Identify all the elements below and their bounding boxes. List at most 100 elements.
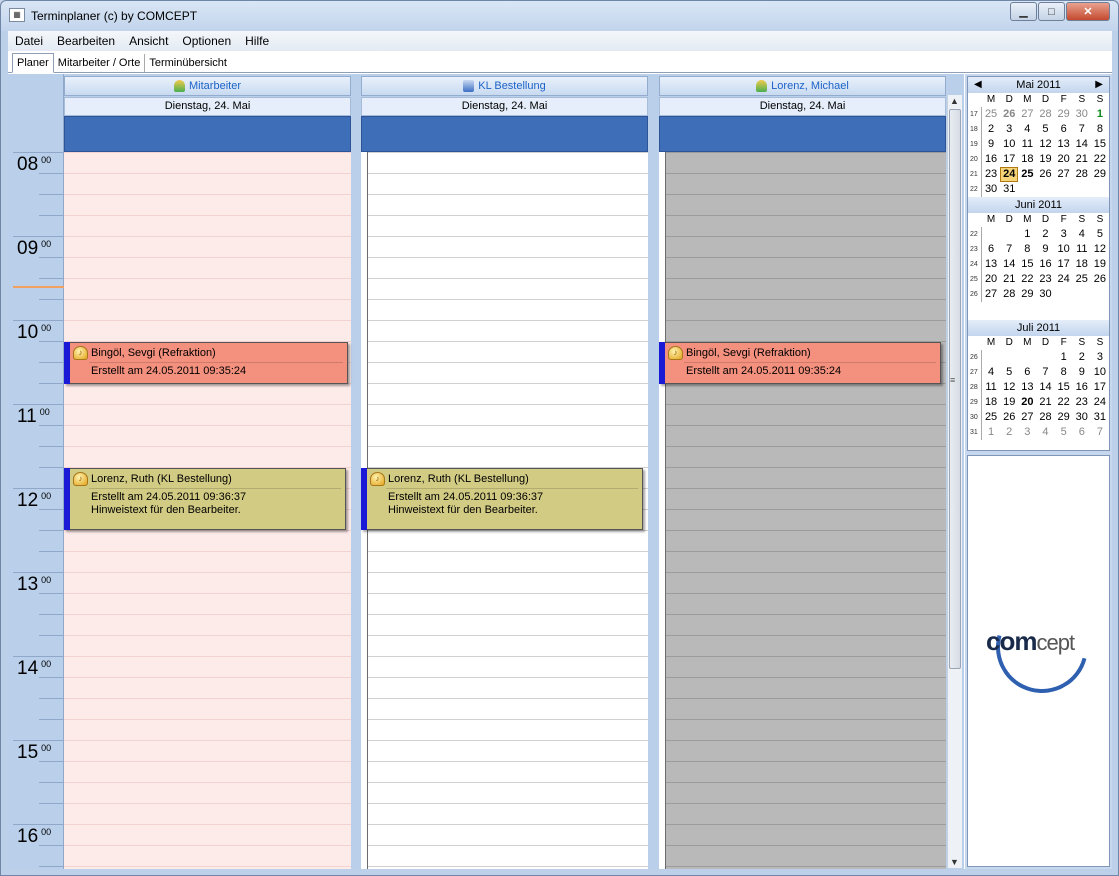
calendar-day[interactable]: 16 <box>1036 257 1054 272</box>
close-button[interactable]: ✕ <box>1066 2 1110 21</box>
appointment-refraktion[interactable]: ♪ Bingöl, Sevgi (Refraktion) Erstellt am… <box>64 342 348 384</box>
calendar-day[interactable]: 2 <box>1000 425 1018 440</box>
calendar-day[interactable]: 29 <box>1018 287 1036 302</box>
tab-terminuebersicht[interactable]: Terminübersicht <box>145 54 231 72</box>
calendar-day[interactable]: 13 <box>1055 137 1073 152</box>
calendar-day[interactable]: 22 <box>1018 272 1036 287</box>
calendar-day[interactable]: 13 <box>982 257 1000 272</box>
calendar-day[interactable]: 27 <box>1018 107 1036 122</box>
calendar-day[interactable]: 16 <box>982 152 1000 167</box>
calendar-day[interactable]: 30 <box>1073 107 1091 122</box>
calendar-day[interactable]: 26 <box>1091 272 1109 287</box>
calendar-day[interactable]: 2 <box>1036 227 1054 242</box>
calendar-day[interactable]: 1 <box>1018 227 1036 242</box>
calendar-day[interactable]: 5 <box>1000 365 1018 380</box>
calendar-day[interactable]: 5 <box>1091 227 1109 242</box>
calendar-day[interactable]: 15 <box>1055 380 1073 395</box>
calendar-day[interactable]: 31 <box>1000 182 1018 197</box>
calendar-day[interactable]: 20 <box>1018 395 1036 410</box>
calendar-day[interactable]: 4 <box>1073 227 1091 242</box>
scroll-down-icon[interactable]: ▼ <box>950 857 959 867</box>
calendar-day[interactable]: 11 <box>982 380 1000 395</box>
calendar-day[interactable]: 25 <box>982 410 1000 425</box>
calendar-day[interactable]: 21 <box>1036 395 1054 410</box>
calendar-day[interactable]: 9 <box>1036 242 1054 257</box>
calendar-day[interactable]: 7 <box>1073 122 1091 137</box>
maximize-button[interactable]: □ <box>1038 2 1065 21</box>
calendar-day[interactable]: 22 <box>1091 152 1109 167</box>
column-header[interactable]: Mitarbeiter <box>64 76 351 96</box>
appointment-kl-bestellung[interactable]: ♪ Lorenz, Ruth (KL Bestellung) Erstellt … <box>361 468 643 530</box>
calendar-day[interactable]: 4 <box>982 365 1000 380</box>
app-icon[interactable]: ▦ <box>9 8 25 22</box>
appointment-refraktion[interactable]: ♪ Bingöl, Sevgi (Refraktion) Erstellt am… <box>659 342 941 384</box>
calendar-day[interactable]: 29 <box>1091 167 1109 182</box>
calendar-day[interactable]: 5 <box>1036 122 1054 137</box>
calendar-day[interactable]: 9 <box>1073 365 1091 380</box>
calendar-day[interactable]: 17 <box>1000 152 1018 167</box>
menu-datei[interactable]: Datei <box>8 31 50 51</box>
calendar-day[interactable]: 19 <box>1091 257 1109 272</box>
calendar-day[interactable]: 9 <box>982 137 1000 152</box>
minimize-button[interactable]: ▁ <box>1010 2 1037 21</box>
calendar-day[interactable]: 20 <box>982 272 1000 287</box>
calendar-day[interactable]: 14 <box>1000 257 1018 272</box>
calendar-day[interactable]: 18 <box>1018 152 1036 167</box>
calendar-day[interactable]: 23 <box>982 167 1000 182</box>
scroll-up-icon[interactable]: ▲ <box>950 96 959 106</box>
calendar-day[interactable]: 17 <box>1091 380 1109 395</box>
calendar-day[interactable]: 6 <box>1055 122 1073 137</box>
calendar-day[interactable]: 1 <box>1091 107 1109 122</box>
tab-mitarbeiter-orte[interactable]: Mitarbeiter / Orte <box>54 54 146 72</box>
menu-hilfe[interactable]: Hilfe <box>238 31 276 51</box>
calendar-day[interactable]: 11 <box>1073 242 1091 257</box>
all-day-band[interactable] <box>64 116 351 152</box>
calendar-day[interactable]: 24 <box>1000 167 1019 182</box>
calendar-day[interactable]: 25 <box>1073 272 1091 287</box>
calendar-day[interactable]: 14 <box>1073 137 1091 152</box>
calendar-day[interactable]: 29 <box>1055 410 1073 425</box>
calendar-day[interactable]: 25 <box>1018 167 1036 182</box>
calendar-day[interactable]: 30 <box>1036 287 1054 302</box>
calendar-day[interactable]: 3 <box>1091 350 1109 365</box>
calendar-day[interactable]: 1 <box>1055 350 1073 365</box>
calendar-day[interactable]: 6 <box>982 242 1000 257</box>
calendar-day[interactable]: 27 <box>1018 410 1036 425</box>
calendar-day[interactable]: 8 <box>1018 242 1036 257</box>
calendar-day[interactable]: 1 <box>982 425 1000 440</box>
calendar-day[interactable]: 8 <box>1055 365 1073 380</box>
calendar-day[interactable]: 21 <box>1073 152 1091 167</box>
time-slots[interactable] <box>659 152 946 869</box>
calendar-day[interactable]: 4 <box>1018 122 1036 137</box>
calendar-day[interactable]: 7 <box>1000 242 1018 257</box>
calendar-day[interactable]: 19 <box>1000 395 1018 410</box>
calendar-day[interactable]: 7 <box>1091 425 1109 440</box>
calendar-day[interactable]: 6 <box>1073 425 1091 440</box>
calendar-day[interactable]: 31 <box>1091 410 1109 425</box>
chevron-right-icon[interactable]: ▶ <box>1095 77 1103 93</box>
appointment-kl-bestellung[interactable]: ♪ Lorenz, Ruth (KL Bestellung) Erstellt … <box>64 468 346 530</box>
calendar-day[interactable]: 2 <box>982 122 1000 137</box>
calendar-day[interactable]: 30 <box>1073 410 1091 425</box>
calendar-day[interactable]: 5 <box>1055 425 1073 440</box>
calendar-day[interactable]: 11 <box>1018 137 1036 152</box>
vertical-scrollbar[interactable]: ▲ ≡ ▼ <box>947 95 962 868</box>
chevron-left-icon[interactable]: ◀ <box>974 77 982 93</box>
calendar-day[interactable]: 26 <box>1000 107 1018 122</box>
calendar-day[interactable]: 19 <box>1036 152 1054 167</box>
calendar-day[interactable]: 16 <box>1073 380 1091 395</box>
calendar-day[interactable]: 22 <box>1055 395 1073 410</box>
calendar-day[interactable]: 23 <box>1036 272 1054 287</box>
calendar-day[interactable]: 12 <box>1000 380 1018 395</box>
calendar-day[interactable]: 27 <box>982 287 1000 302</box>
calendar-day[interactable]: 3 <box>1000 122 1018 137</box>
calendar-day[interactable]: 21 <box>1000 272 1018 287</box>
all-day-band[interactable] <box>361 116 648 152</box>
scrollbar-thumb[interactable] <box>949 109 961 669</box>
calendar-day[interactable]: 10 <box>1091 365 1109 380</box>
calendar-day[interactable]: 7 <box>1036 365 1054 380</box>
menu-optionen[interactable]: Optionen <box>175 31 238 51</box>
calendar-day[interactable]: 12 <box>1091 242 1109 257</box>
calendar-day[interactable]: 3 <box>1018 425 1036 440</box>
calendar-day[interactable]: 4 <box>1036 425 1054 440</box>
